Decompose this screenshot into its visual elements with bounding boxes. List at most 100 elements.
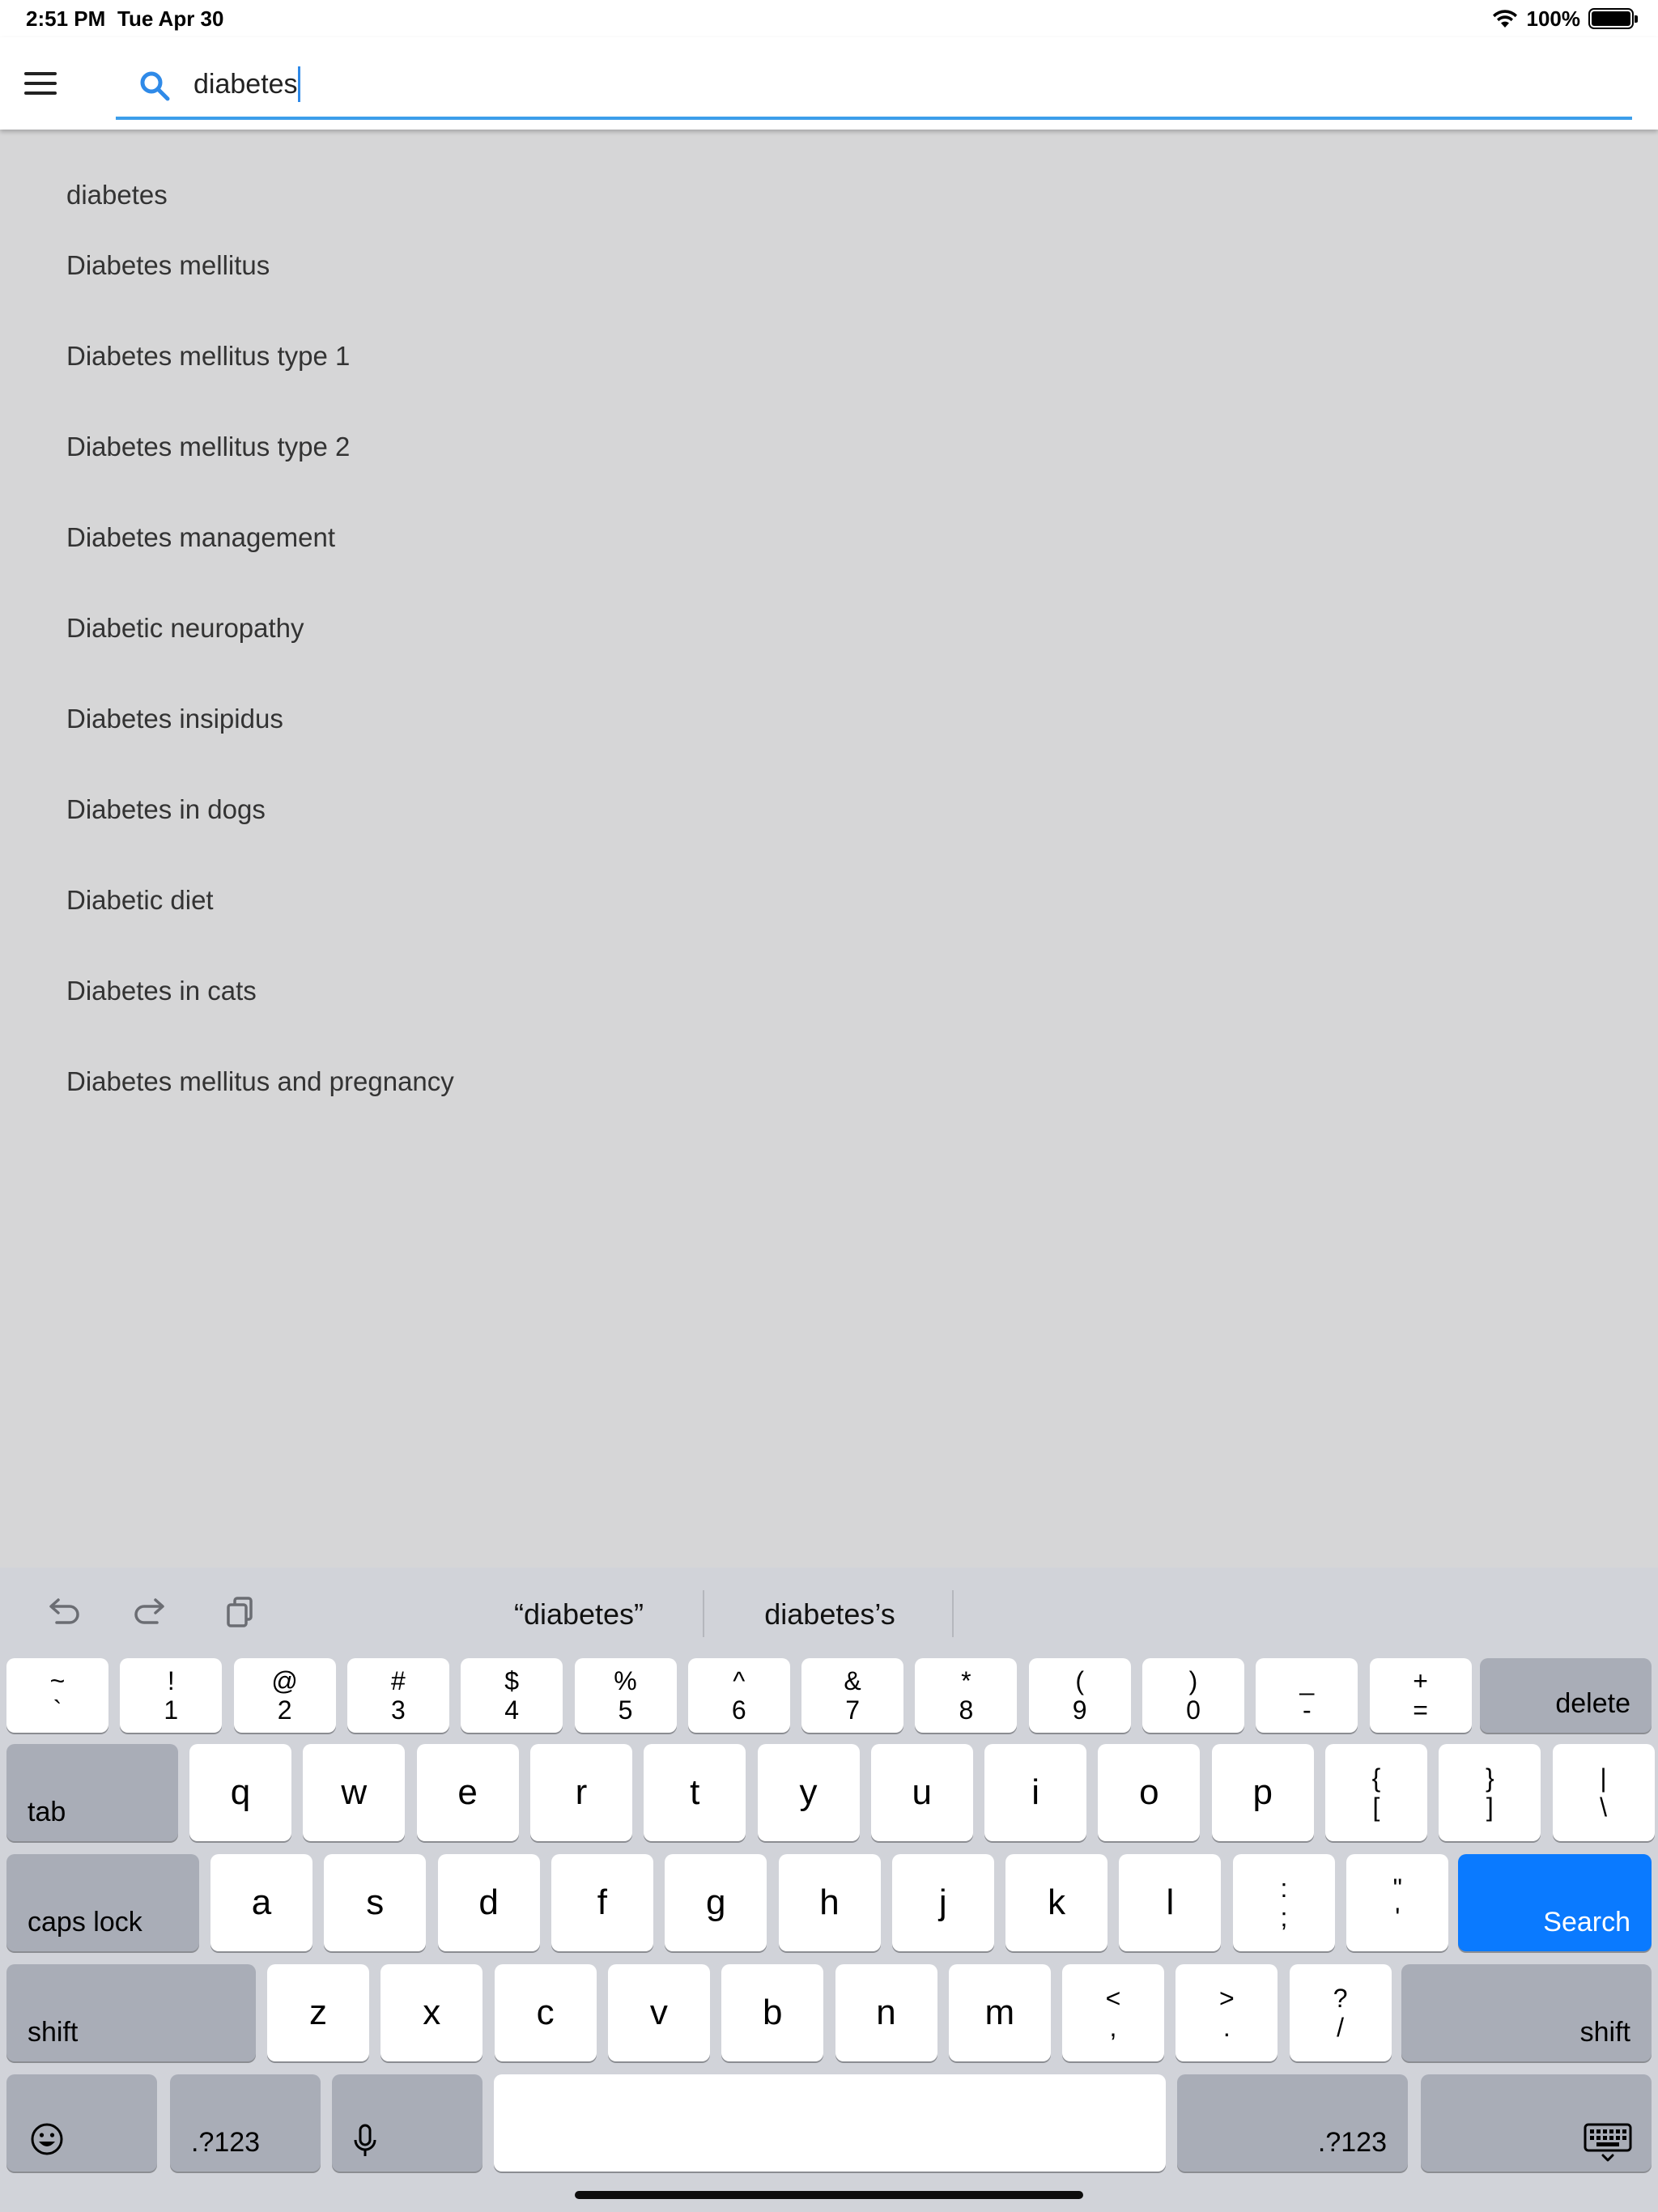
numbers-left-key[interactable]: .?123 <box>170 2074 321 2172</box>
key-y[interactable]: y <box>757 1744 860 1841</box>
key-shift-symbol: @ <box>271 1666 298 1695</box>
key-j[interactable]: j <box>891 1854 994 1951</box>
key-shift-symbol: & <box>844 1666 861 1695</box>
redo-icon[interactable] <box>130 1592 172 1634</box>
key-symbols: {[ <box>1372 1763 1381 1822</box>
key-n[interactable]: n <box>835 1964 937 2061</box>
suggestion-item[interactable]: Diabetic neuropathy <box>0 583 1658 674</box>
suggestion-item[interactable]: Diabetes mellitus and pregnancy <box>0 1036 1658 1127</box>
key-p[interactable]: p <box>1211 1744 1314 1841</box>
key-l[interactable]: l <box>1119 1854 1222 1951</box>
key-k[interactable]: k <box>1005 1854 1108 1951</box>
key-a[interactable]: a <box>210 1854 312 1951</box>
key-i[interactable]: i <box>984 1744 1087 1841</box>
suggestion-item[interactable]: Diabetes in cats <box>0 946 1658 1036</box>
key-g[interactable]: g <box>665 1854 767 1951</box>
key-c[interactable]: c <box>494 1964 597 2061</box>
key-r[interactable]: r <box>529 1744 632 1841</box>
key-d[interactable]: d <box>437 1854 540 1951</box>
shift-left-key-label: shift <box>28 2017 79 2048</box>
key-1[interactable]: ! 1 <box>120 1658 223 1733</box>
suggestion-item[interactable]: Diabetes mellitus type 2 <box>0 402 1658 492</box>
key-shift-symbol: < <box>1105 1984 1121 2013</box>
key-h[interactable]: h <box>778 1854 881 1951</box>
key-7[interactable]: & 7 <box>801 1658 904 1733</box>
suggestion-item[interactable]: Diabetic diet <box>0 855 1658 946</box>
prediction-1[interactable]: “diabetes” <box>478 1593 680 1636</box>
search-key[interactable]: Search <box>1458 1854 1652 1951</box>
key-symbols: * 8 <box>959 1666 973 1725</box>
shift-left-key[interactable]: shift <box>6 1964 256 2061</box>
key-q[interactable]: q <box>189 1744 291 1841</box>
status-bar: 2:51 PM Tue Apr 30 100% <box>0 0 1658 37</box>
key-base-symbol: 0 <box>1186 1695 1201 1725</box>
suggestion-item[interactable]: Diabetes in dogs <box>0 764 1658 855</box>
key-u[interactable]: u <box>870 1744 973 1841</box>
key-z[interactable]: z <box>267 1964 369 2061</box>
key-quote-0[interactable]: :; <box>1233 1854 1335 1951</box>
key-symbol-2[interactable]: | \ <box>1552 1744 1655 1841</box>
search-app-bar <box>0 37 1658 130</box>
key-9[interactable]: (9 <box>1028 1658 1131 1733</box>
hide-keyboard-key[interactable] <box>1421 2074 1652 2172</box>
key-0[interactable]: ) 0 <box>1142 1658 1244 1733</box>
prediction-2[interactable]: diabetes’s <box>729 1593 931 1636</box>
undo-icon[interactable] <box>42 1592 84 1634</box>
key-8[interactable]: * 8 <box>915 1658 1018 1733</box>
key-`[interactable]: ~ ` <box>6 1658 108 1733</box>
numbers-right-key[interactable]: .?123 <box>1177 2074 1408 2172</box>
emoji-key[interactable] <box>6 2074 157 2172</box>
key-f[interactable]: f <box>551 1854 653 1951</box>
key-3[interactable]: #3 <box>346 1658 449 1733</box>
key-=[interactable]: + = <box>1369 1658 1472 1733</box>
home-indicator <box>575 2191 1083 2199</box>
key-6[interactable]: ^ 6 <box>687 1658 790 1733</box>
key-b[interactable]: b <box>721 1964 824 2061</box>
suggestion-item[interactable]: Diabetes mellitus <box>0 220 1658 311</box>
suggestion-item[interactable]: Diabetes mellitus type 1 <box>0 311 1658 402</box>
delete-key[interactable]: delete <box>1480 1658 1652 1733</box>
key-4[interactable]: $4 <box>461 1658 563 1733</box>
dictation-key[interactable] <box>332 2074 483 2172</box>
key--[interactable]: _ - <box>1256 1658 1358 1733</box>
key-punct-1[interactable]: >. <box>1175 1964 1278 2061</box>
shift-right-key[interactable]: shift <box>1401 1964 1652 2061</box>
space-bar[interactable] <box>494 2074 1166 2172</box>
key-base-symbol: 2 <box>277 1695 292 1725</box>
caps-lock-key[interactable]: caps lock <box>6 1854 199 1951</box>
search-icon <box>140 71 170 101</box>
hamburger-menu-icon[interactable] <box>24 63 66 104</box>
key-symbol-0[interactable]: {[ <box>1325 1744 1427 1841</box>
key-punct-0[interactable]: <, <box>1062 1964 1164 2061</box>
key-symbol-1[interactable]: }] <box>1439 1744 1541 1841</box>
key-s[interactable]: s <box>324 1854 427 1951</box>
key-5[interactable]: % 5 <box>574 1658 677 1733</box>
key-shift-symbol: % <box>614 1666 637 1695</box>
key-t[interactable]: t <box>644 1744 746 1841</box>
key-base-symbol: . <box>1222 2013 1231 2042</box>
key-x[interactable]: x <box>380 1964 483 2061</box>
suggestion-item[interactable]: Diabetes management <box>0 492 1658 583</box>
key-v[interactable]: v <box>607 1964 710 2061</box>
shift-right-key-label: shift <box>1579 2017 1630 2048</box>
key-e[interactable]: e <box>416 1744 519 1841</box>
key-quote-1[interactable]: " ' <box>1346 1854 1449 1951</box>
key-m[interactable]: m <box>948 1964 1051 2061</box>
search-input[interactable] <box>193 62 1570 107</box>
key-w[interactable]: w <box>303 1744 406 1841</box>
key-symbols: ! 1 <box>164 1666 178 1725</box>
key-shift-symbol: * <box>961 1666 971 1695</box>
key-punct-2[interactable]: ? / <box>1289 1964 1392 2061</box>
tab-key[interactable]: tab <box>6 1744 178 1841</box>
key-base-symbol: 3 <box>390 1695 406 1725</box>
key-2[interactable]: @2 <box>233 1658 336 1733</box>
key-base-symbol: ` <box>53 1695 62 1725</box>
key-symbols: ) 0 <box>1186 1666 1201 1725</box>
suggestion-item[interactable]: Diabetes insipidus <box>0 674 1658 764</box>
suggestion-list: diabetes Diabetes mellitus Diabetes mellit… <box>0 130 1658 1127</box>
key-o[interactable]: o <box>1098 1744 1201 1841</box>
search-field[interactable] <box>116 57 1632 120</box>
paste-icon[interactable] <box>219 1592 261 1634</box>
numbers-left-key-label: .?123 <box>191 2127 261 2158</box>
wifi-icon <box>1492 10 1517 28</box>
